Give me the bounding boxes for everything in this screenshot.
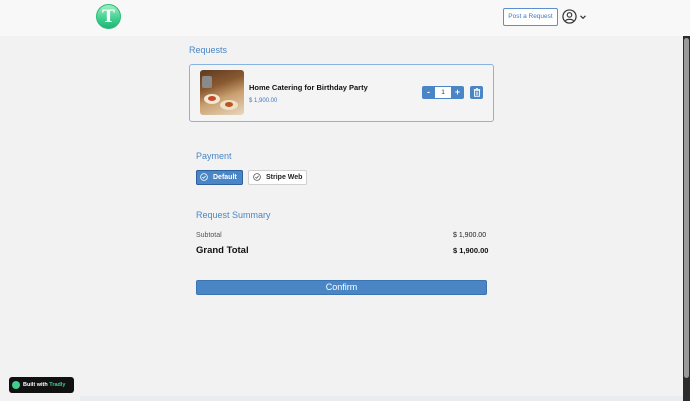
payment-title: Payment [196, 151, 232, 161]
quantity-increase-button[interactable]: + [451, 86, 464, 99]
request-item-card: Home Catering for Birthday Party $ 1,900… [189, 64, 494, 122]
tradly-logo-icon [12, 381, 20, 389]
catering-thumbnail [200, 70, 244, 115]
user-circle-icon[interactable] [562, 9, 577, 24]
built-with-badge[interactable]: Built with Tradly [9, 377, 74, 393]
payment-option-label: Stripe Web [266, 174, 303, 181]
check-circle-icon [200, 173, 208, 181]
scrollbar-thumb[interactable] [684, 38, 689, 378]
payment-option-label: Default [213, 174, 237, 181]
grand-total-label: Grand Total [196, 245, 249, 256]
quantity-value: 1 [435, 86, 451, 99]
badge-brand: Tradly [49, 382, 66, 388]
quantity-decrease-button[interactable]: - [422, 86, 435, 99]
payment-option-stripe-web[interactable]: Stripe Web [248, 170, 307, 185]
grand-total-value: $ 1,900.00 [453, 246, 489, 255]
payment-option-default[interactable]: Default [196, 170, 243, 185]
request-summary-title: Request Summary [196, 210, 271, 220]
subtotal-value: $ 1,900.00 [453, 232, 487, 239]
trash-icon [473, 88, 480, 97]
delete-item-button[interactable] [470, 86, 483, 99]
logo[interactable]: T [96, 4, 121, 29]
chevron-down-icon[interactable] [579, 13, 587, 21]
confirm-button[interactable]: Confirm [196, 280, 487, 295]
scrollbar[interactable] [683, 36, 690, 401]
request-item-title[interactable]: Home Catering for Birthday Party [249, 83, 368, 92]
top-header: T Post a Request [0, 0, 690, 36]
subtotal-label: Subtotal [196, 232, 222, 239]
footer-strip [80, 396, 683, 401]
badge-prefix: Built with [23, 382, 48, 388]
request-item-price: $ 1,900.00 [249, 98, 278, 104]
post-request-button[interactable]: Post a Request [503, 8, 558, 26]
requests-title: Requests [189, 45, 228, 55]
check-circle-icon [253, 173, 261, 181]
logo-letter: T [102, 6, 115, 27]
